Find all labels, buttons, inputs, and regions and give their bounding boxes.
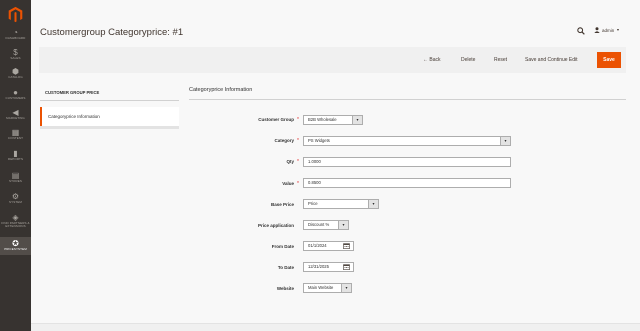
to-date-label: To Date	[277, 265, 294, 270]
nav-catalog[interactable]: ⬢ CATALOG	[0, 67, 31, 84]
chevron-down-icon: ▾	[368, 200, 378, 208]
page-title: Customergroup Categoryprice: #1	[40, 27, 184, 38]
base-price-select[interactable]: Price ▾	[303, 199, 379, 209]
to-date-input[interactable]: 12/31/2025	[303, 262, 354, 272]
required-marker: *	[297, 159, 299, 165]
nav-content[interactable]: ▦ CONTENT	[0, 128, 31, 145]
required-marker: *	[297, 117, 299, 123]
customer-group-label: Customer Group	[258, 117, 294, 122]
website-select[interactable]: Main Website ▾	[303, 283, 352, 293]
category-label: Category	[274, 138, 294, 143]
tabs-footer	[40, 126, 179, 129]
chevron-down-icon: ▾	[338, 221, 348, 229]
nav-marketing[interactable]: ◀ MARKETING	[0, 108, 31, 125]
reset-button[interactable]: Reset	[494, 57, 507, 63]
qty-input[interactable]: 1.0000	[303, 157, 511, 167]
delete-button[interactable]: Delete	[461, 57, 475, 63]
nav-reports[interactable]: ▮ REPORTS	[0, 149, 31, 166]
base-price-label: Base Price	[270, 202, 294, 207]
nav-customers[interactable]: ● CUSTOMERS	[0, 88, 31, 105]
from-date-input[interactable]: 01/1/2024	[303, 241, 354, 251]
section-title: Categoryprice Information	[189, 87, 253, 93]
admin-user-menu[interactable]: admin ▼	[594, 27, 620, 33]
calendar-icon[interactable]	[343, 264, 350, 270]
nav-pricesystem[interactable]: ✪ PRICESYSTEM	[0, 237, 31, 255]
qty-label: Qty	[286, 159, 294, 164]
website-label: Website	[276, 286, 294, 291]
chevron-down-icon: ▾	[352, 116, 362, 124]
section-divider	[189, 99, 626, 100]
chevron-down-icon: ▾	[500, 137, 510, 145]
admin-username: admin	[602, 27, 615, 33]
price-application-label: Price application	[257, 223, 294, 228]
price-application-select[interactable]: Discount % ▾	[303, 220, 349, 230]
category-select[interactable]: PS Widgets ▾	[303, 136, 511, 146]
page-footer	[31, 323, 640, 331]
tab-categoryprice-information[interactable]: Categoryprice Information	[40, 107, 179, 126]
from-date-label: From Date	[271, 244, 294, 249]
nav-sales[interactable]: $ SALES	[0, 48, 31, 65]
nav-system[interactable]: ⚙ SYSTEM	[0, 192, 31, 209]
chevron-down-icon: ▾	[341, 284, 351, 292]
admin-sidebar: ◔ DASHBOARD $ SALES ⬢ CATALOG ● CUSTOMER…	[0, 0, 31, 331]
customer-group-select[interactable]: B2B Wholesale ▾	[303, 115, 363, 125]
magento-logo-icon[interactable]	[7, 6, 24, 23]
save-and-continue-button[interactable]: Save and Continue Edit	[525, 57, 578, 63]
search-icon[interactable]	[577, 27, 585, 35]
calendar-icon[interactable]	[343, 243, 350, 249]
user-icon	[594, 27, 600, 33]
required-marker: *	[297, 138, 299, 144]
tabs-heading: CUSTOMER GROUP PRICE	[40, 84, 179, 101]
chevron-down-icon: ▼	[616, 28, 620, 32]
nav-dashboard[interactable]: ◔ DASHBOARD	[0, 28, 31, 45]
save-button[interactable]: Save	[597, 52, 621, 68]
value-input[interactable]: 0.8500	[303, 178, 511, 188]
tabs-panel: CUSTOMER GROUP PRICE Categoryprice Infor…	[40, 84, 179, 129]
required-marker: *	[297, 181, 299, 187]
back-button[interactable]: ← Back	[423, 57, 441, 63]
value-label: Value	[282, 181, 294, 186]
arrow-left-icon: ←	[423, 57, 428, 63]
nav-find-partners[interactable]: ◈ FIND PARTNERS & EXTENSIONS	[0, 213, 31, 235]
nav-stores[interactable]: ▤ STORES	[0, 171, 31, 188]
